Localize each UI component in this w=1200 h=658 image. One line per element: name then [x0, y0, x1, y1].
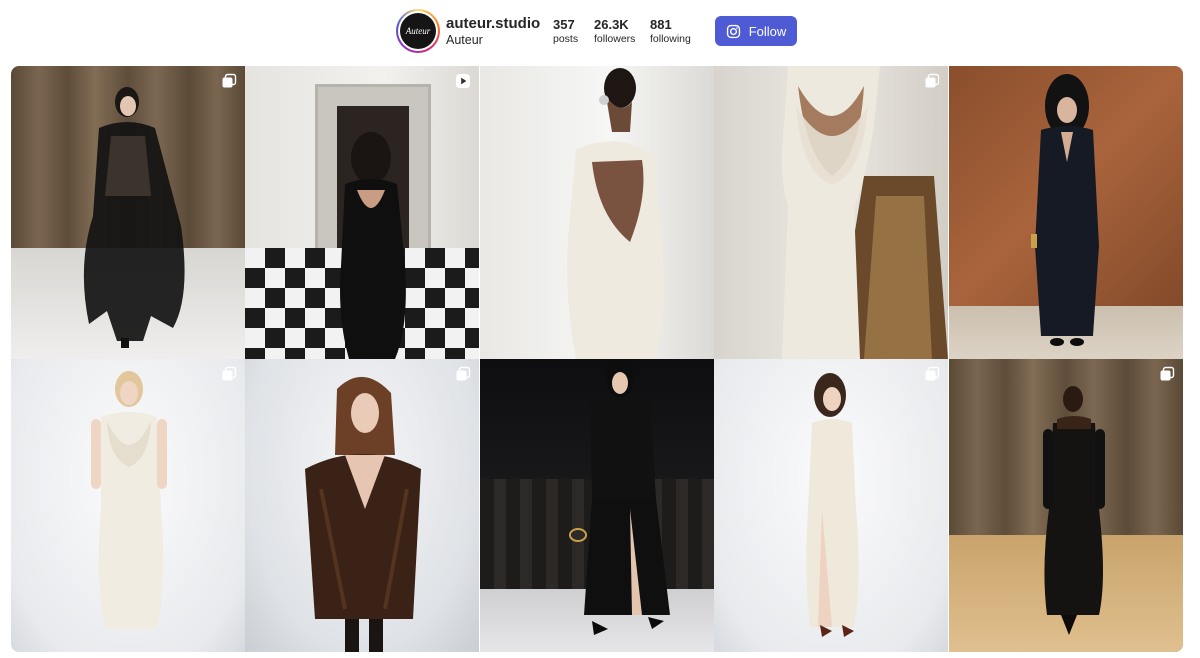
- stat-following-label: following: [650, 33, 691, 45]
- video-icon: [455, 73, 471, 89]
- stat-following-value: 881: [650, 17, 672, 32]
- post-thumbnail[interactable]: [480, 359, 714, 652]
- avatar[interactable]: Auteur: [396, 9, 440, 53]
- stat-followers[interactable]: 26.3K followers: [594, 18, 635, 46]
- carousel-icon: [924, 366, 940, 382]
- post-thumbnail[interactable]: [480, 66, 714, 359]
- carousel-icon: [1159, 366, 1175, 382]
- carousel-icon: [221, 366, 237, 382]
- follow-label: Follow: [748, 23, 787, 39]
- avatar-logo: Auteur: [400, 13, 436, 49]
- stat-followers-value: 26.3K: [594, 17, 629, 32]
- post-thumbnail[interactable]: [11, 359, 245, 652]
- carousel-icon: [455, 366, 471, 382]
- instagram-icon: [726, 24, 740, 38]
- stat-posts: 357 posts: [553, 18, 578, 46]
- post-thumbnail[interactable]: [11, 66, 245, 359]
- follow-button[interactable]: Follow: [715, 16, 797, 46]
- post-thumbnail[interactable]: [949, 359, 1183, 652]
- post-thumbnail[interactable]: [245, 359, 479, 652]
- profile-username[interactable]: auteur.studio: [446, 15, 540, 32]
- carousel-icon: [924, 73, 940, 89]
- profile-full-name: Auteur: [446, 33, 483, 47]
- post-thumbnail[interactable]: [949, 66, 1183, 359]
- stat-posts-label: posts: [553, 33, 579, 45]
- stat-posts-value: 357: [553, 17, 575, 32]
- carousel-icon: [221, 73, 237, 89]
- stat-following[interactable]: 881 following: [650, 18, 691, 46]
- posts-grid: [11, 66, 1183, 652]
- profile-header: Auteur auteur.studio Auteur 357 posts 26…: [0, 0, 1200, 62]
- post-thumbnail[interactable]: [245, 66, 479, 359]
- post-thumbnail[interactable]: [714, 66, 948, 359]
- post-thumbnail[interactable]: [714, 359, 948, 652]
- stat-followers-label: followers: [594, 33, 636, 45]
